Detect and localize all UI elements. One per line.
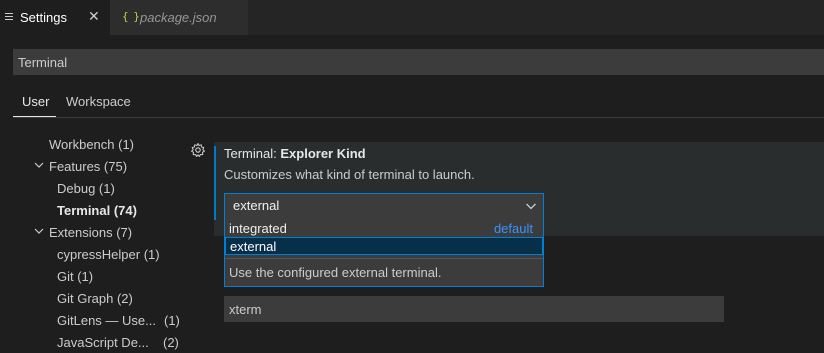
option-external[interactable]: external xyxy=(225,237,543,255)
tab-settings-label: Settings xyxy=(20,10,67,25)
setting-title: Terminal: Explorer Kind xyxy=(224,146,366,161)
toc-item-features[interactable]: Features (75) xyxy=(49,159,127,174)
modified-indicator xyxy=(214,146,216,220)
editor-tab-bar: Settings ✕ { } package.json xyxy=(0,0,824,35)
option-label: integrated xyxy=(229,221,287,236)
toc-item-debug[interactable]: Debug (1) xyxy=(57,181,115,196)
chevron-down-icon[interactable] xyxy=(34,161,44,171)
chevron-down-icon xyxy=(525,200,537,212)
tab-settings[interactable]: Settings ✕ xyxy=(0,0,110,35)
search-input-value: Terminal xyxy=(18,55,68,70)
dropdown-divider xyxy=(225,258,543,259)
tab-package-json-label: package.json xyxy=(140,10,217,25)
setting-category: Terminal: xyxy=(224,146,281,161)
linux-exec-input[interactable]: xterm xyxy=(224,296,724,322)
toc-item-git[interactable]: Git (1) xyxy=(57,269,93,284)
toc-item-cypresshelper[interactable]: cypressHelper (1) xyxy=(57,247,160,262)
toc-item-terminal[interactable]: Terminal (74) xyxy=(57,203,137,218)
setting-name: Explorer Kind xyxy=(280,146,366,161)
scope-divider xyxy=(13,117,824,118)
linux-exec-value: xterm xyxy=(229,302,262,317)
explorer-kind-select[interactable]: external xyxy=(224,193,544,218)
chevron-down-icon[interactable] xyxy=(34,227,44,237)
toc-item-git-graph[interactable]: Git Graph (2) xyxy=(57,291,133,306)
option-description: Use the configured external terminal. xyxy=(229,265,442,280)
close-icon[interactable]: ✕ xyxy=(88,8,100,25)
select-value: external xyxy=(233,198,280,213)
settings-search-input[interactable]: Terminal xyxy=(13,49,824,75)
select-dropdown: integrated default external Use the conf… xyxy=(224,217,544,287)
toc-item-gitlens-count: (1) xyxy=(164,313,180,328)
toc-item-extensions[interactable]: Extensions (7) xyxy=(49,225,132,240)
json-icon: { } xyxy=(122,10,140,23)
toc-item-gitlens[interactable]: GitLens — Use... xyxy=(57,313,156,328)
toc-item-javascript-count: (2) xyxy=(163,335,179,350)
option-label: external xyxy=(230,239,277,254)
setting-description: Customizes what kind of terminal to laun… xyxy=(224,167,475,182)
tab-package-json[interactable]: { } package.json xyxy=(110,0,248,35)
toc-item-javascript[interactable]: JavaScript De... xyxy=(57,335,149,350)
tab-user[interactable]: User xyxy=(22,94,49,109)
option-integrated[interactable]: integrated default xyxy=(225,219,543,237)
option-default-tag: default xyxy=(493,221,533,236)
gear-icon[interactable] xyxy=(190,142,208,160)
toc-item-workbench[interactable]: Workbench (1) xyxy=(49,137,134,152)
settings-list-icon xyxy=(5,13,13,21)
tab-workspace[interactable]: Workspace xyxy=(66,94,131,109)
